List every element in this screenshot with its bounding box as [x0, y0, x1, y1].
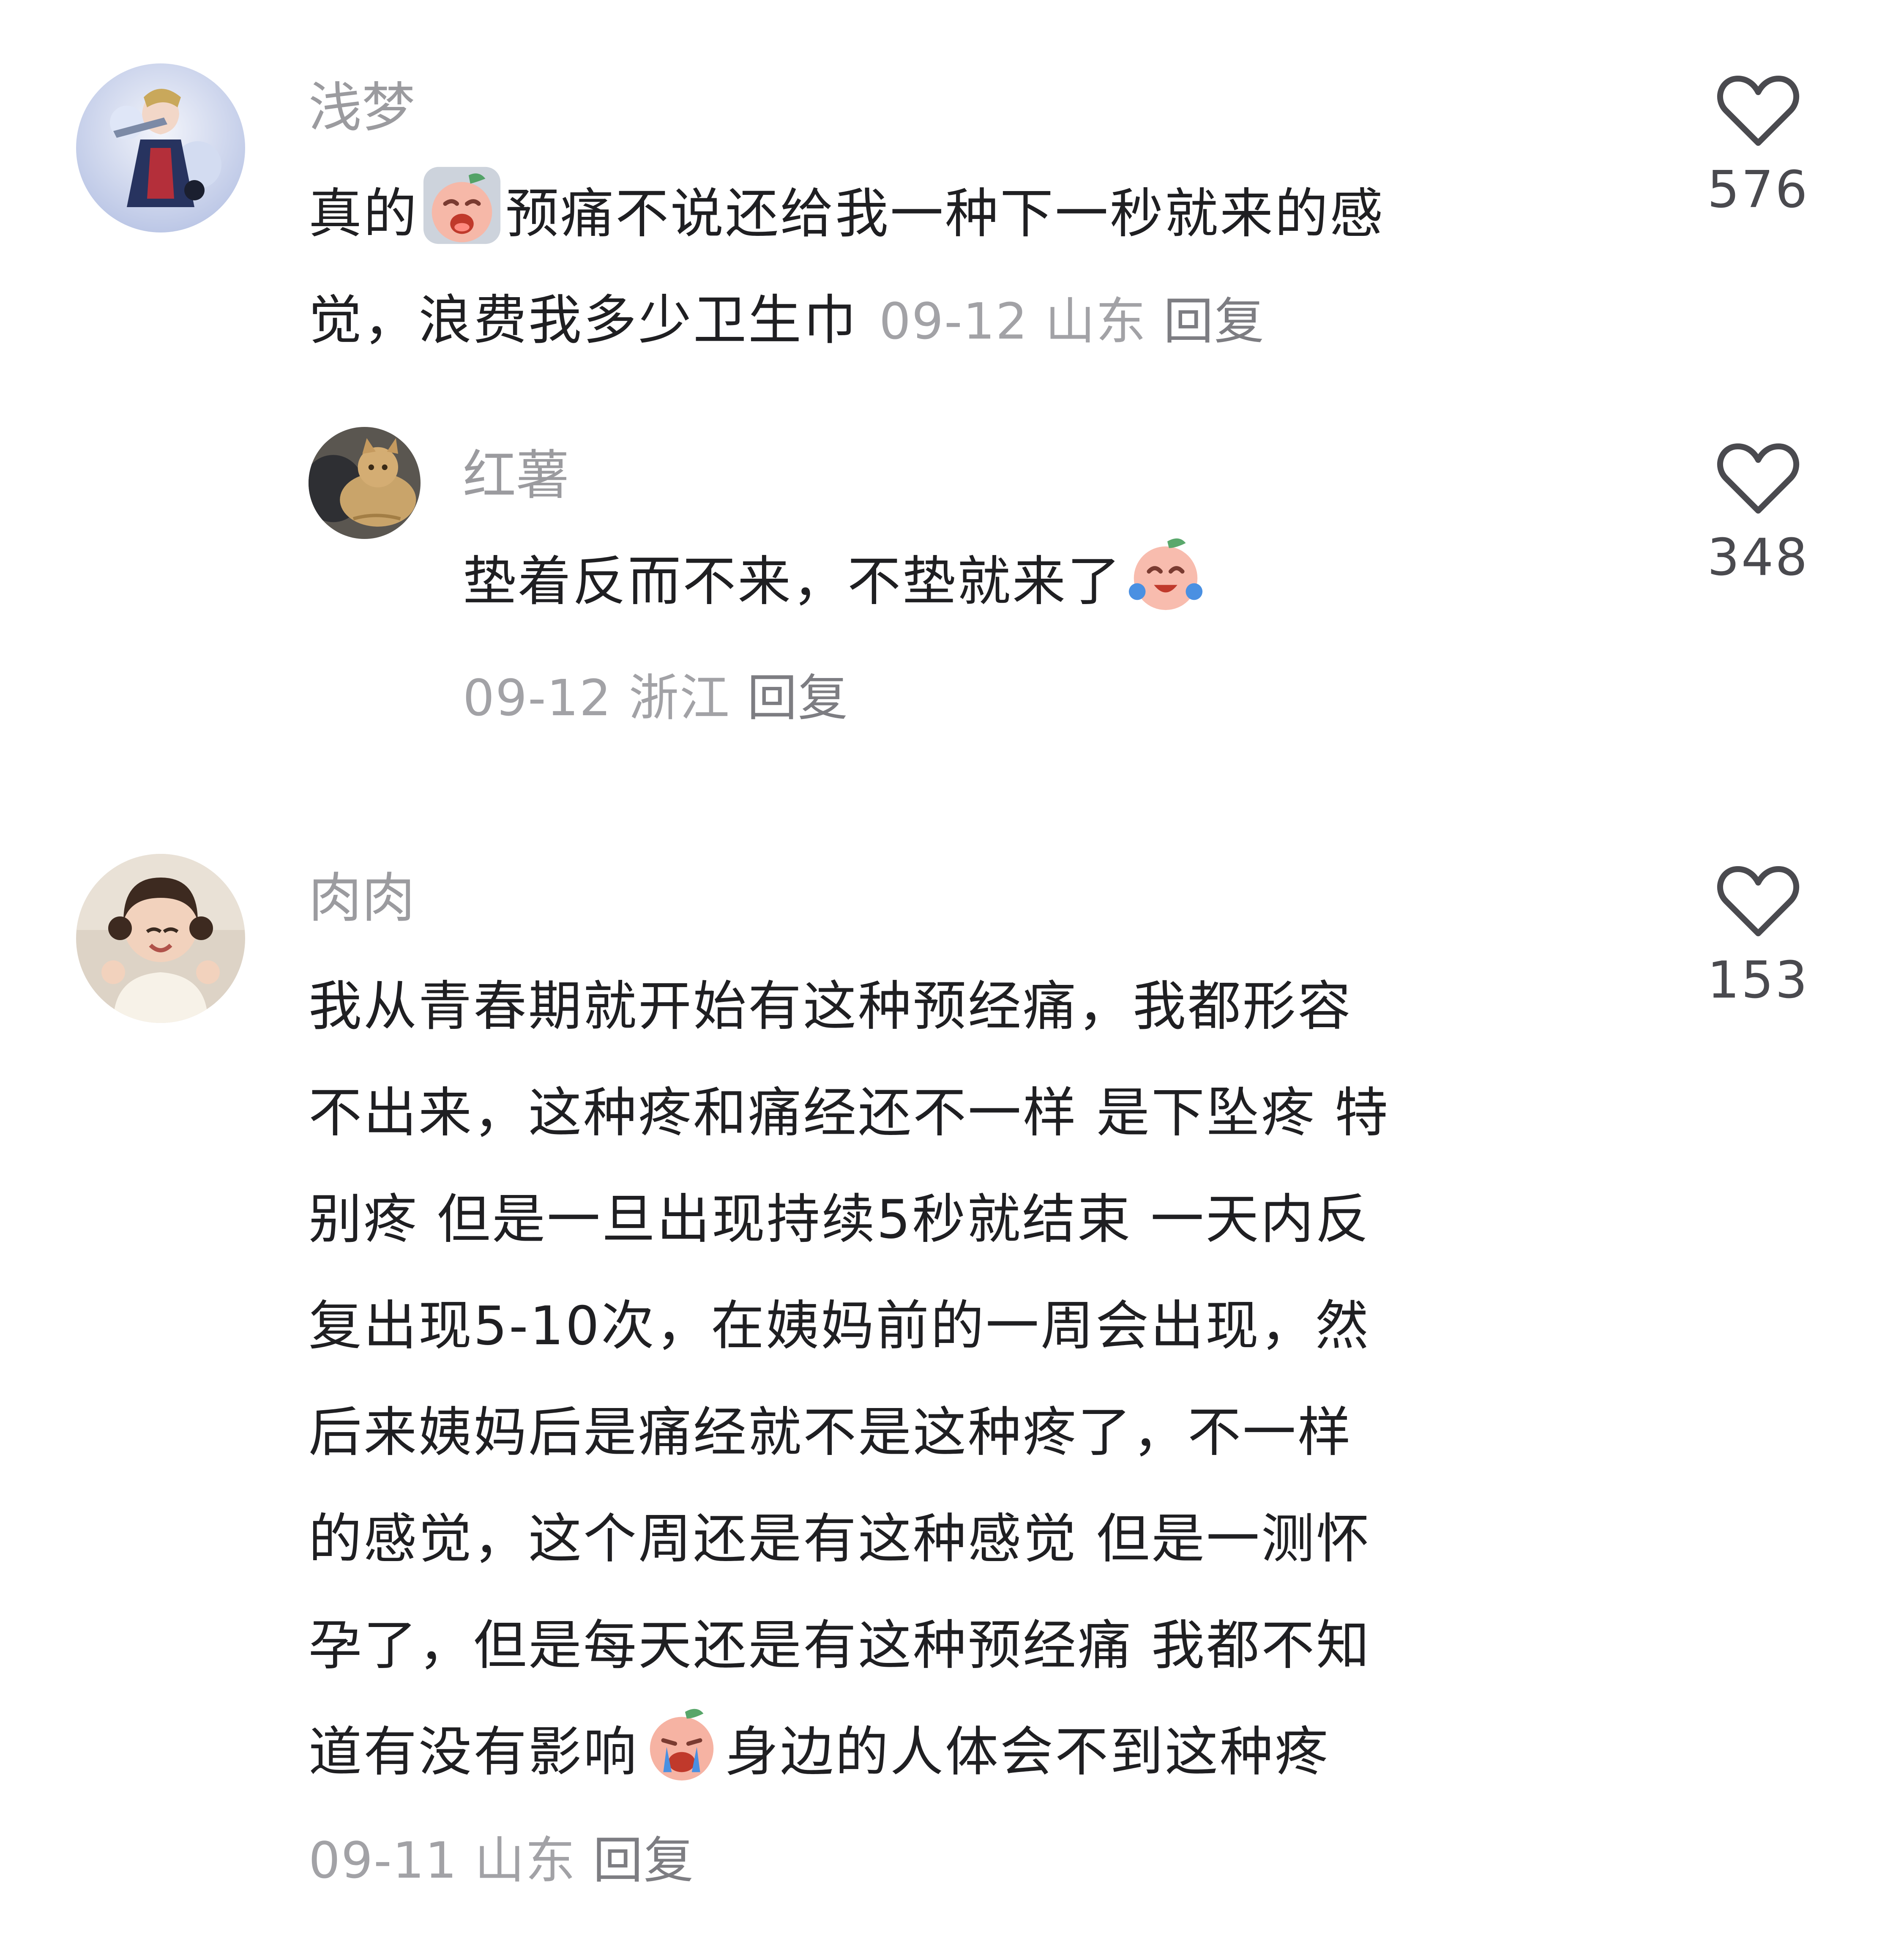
heart-outline-icon — [1717, 443, 1800, 514]
crying-peach-emoji-icon — [420, 164, 504, 247]
cat-avatar-image — [309, 427, 421, 539]
comment-text-segment: 垫着反而不来，不垫就来了 — [463, 550, 1122, 613]
username[interactable]: 肉肉 — [309, 867, 415, 930]
comment-text-segment: 真的 — [309, 183, 418, 245]
comment-meta: 09-12 山东 回复 — [879, 292, 1265, 350]
comment-text-segment: 道有没有影响 — [309, 1721, 638, 1783]
reply-button[interactable]: 回复 — [1164, 292, 1265, 350]
avatar[interactable] — [76, 63, 245, 232]
heart-outline-icon — [1717, 76, 1800, 146]
comment-line: 不出来，这种疼和痛经还不一样 是下坠疼 特 — [309, 1060, 1640, 1166]
comment-text-segment: 觉，浪费我多少卫生巾 — [309, 289, 858, 351]
comment-text-segment: 别疼 但是一旦出现持续5秒就结束 一天内反 — [309, 1188, 1371, 1250]
comment-text-segment: 的感觉，这个周还是有这种感觉 但是一测怀 — [309, 1508, 1371, 1570]
like-button[interactable]: 576 — [1674, 72, 1843, 219]
comment-date: 09-12 — [463, 669, 612, 727]
comment-location: 浙江 — [628, 669, 730, 727]
child-photo-avatar-image — [76, 854, 245, 1023]
like-button[interactable]: 153 — [1674, 862, 1843, 1010]
comment-text-segment: 后来姨妈后是痛经就不是这种疼了，不一样 — [309, 1401, 1352, 1463]
comment-text-segment: 不出来，这种疼和痛经还不一样 是下坠疼 特 — [309, 1082, 1390, 1144]
comment-line: 孕了，但是每天还是有这种预经痛 我都不知 — [309, 1592, 1640, 1699]
username[interactable]: 红薯 — [463, 444, 569, 507]
comment-line: 垫着反而不来，不垫就来了 — [463, 528, 1604, 635]
heart-outline-icon — [1717, 866, 1800, 936]
comment-location: 山东 — [1045, 292, 1147, 350]
comment-text-segment: 预痛不说还给我一种下一秒就来的感 — [505, 183, 1385, 245]
avatar[interactable] — [76, 854, 245, 1023]
sobbing-peach-emoji-icon — [640, 1702, 724, 1786]
avatar[interactable] — [309, 427, 421, 539]
comment-line: 真的 预痛不说还给我一种下一秒就来的感 — [309, 161, 1640, 267]
comment-line: 复出现5-10次，在姨妈前的一周会出现，然 — [309, 1273, 1640, 1379]
comment-date: 09-11 — [309, 1831, 458, 1890]
like-count: 576 — [1707, 161, 1809, 219]
comment-meta: 09-11 山东 回复 — [309, 1820, 694, 1892]
comment-line: 我从青春期就开始有这种预经痛，我都形容 — [309, 953, 1640, 1060]
comment-line: 的感觉，这个周还是有这种感觉 但是一测怀 — [309, 1486, 1640, 1592]
comment-line: 觉，浪费我多少卫生巾 09-12 山东 回复 — [309, 267, 1640, 374]
comment-line: 后来姨妈后是痛经就不是这种疼了，不一样 — [309, 1379, 1640, 1486]
reply-button[interactable]: 回复 — [747, 669, 849, 727]
comment-text-segment: 身边的人体会不到这种疼 — [725, 1721, 1330, 1783]
reply-button[interactable]: 回复 — [593, 1831, 694, 1890]
laughing-tears-peach-emoji-icon — [1124, 531, 1207, 615]
comment-text: 我从青春期就开始有这种预经痛，我都形容 不出来，这种疼和痛经还不一样 是下坠疼 … — [309, 953, 1640, 1805]
comment-meta: 09-12 浙江 回复 — [463, 657, 849, 730]
comment-location: 山东 — [474, 1831, 576, 1890]
like-count: 348 — [1707, 528, 1809, 587]
anime-character-avatar-image — [76, 63, 245, 232]
comment-text: 真的 预痛不说还给我一种下一秒就来的感 觉，浪费我多少卫生巾 09-12 山东 回复 — [309, 161, 1640, 374]
comment-text-segment: 我从青春期就开始有这种预经痛，我都形容 — [309, 975, 1352, 1037]
comment-text-segment: 孕了，但是每天还是有这种预经痛 我都不知 — [309, 1614, 1371, 1676]
username[interactable]: 浅梦 — [309, 76, 415, 139]
comment-line: 道有没有影响 身边的人体会不到这种疼 — [309, 1699, 1640, 1805]
like-count: 153 — [1707, 951, 1809, 1010]
like-button[interactable]: 348 — [1674, 440, 1843, 587]
comment-text-segment: 复出现5-10次，在姨妈前的一周会出现，然 — [309, 1295, 1370, 1357]
comment-date: 09-12 — [879, 292, 1028, 350]
comment-line: 别疼 但是一旦出现持续5秒就结束 一天内反 — [309, 1166, 1640, 1273]
comment-text: 垫着反而不来，不垫就来了 — [463, 528, 1604, 635]
